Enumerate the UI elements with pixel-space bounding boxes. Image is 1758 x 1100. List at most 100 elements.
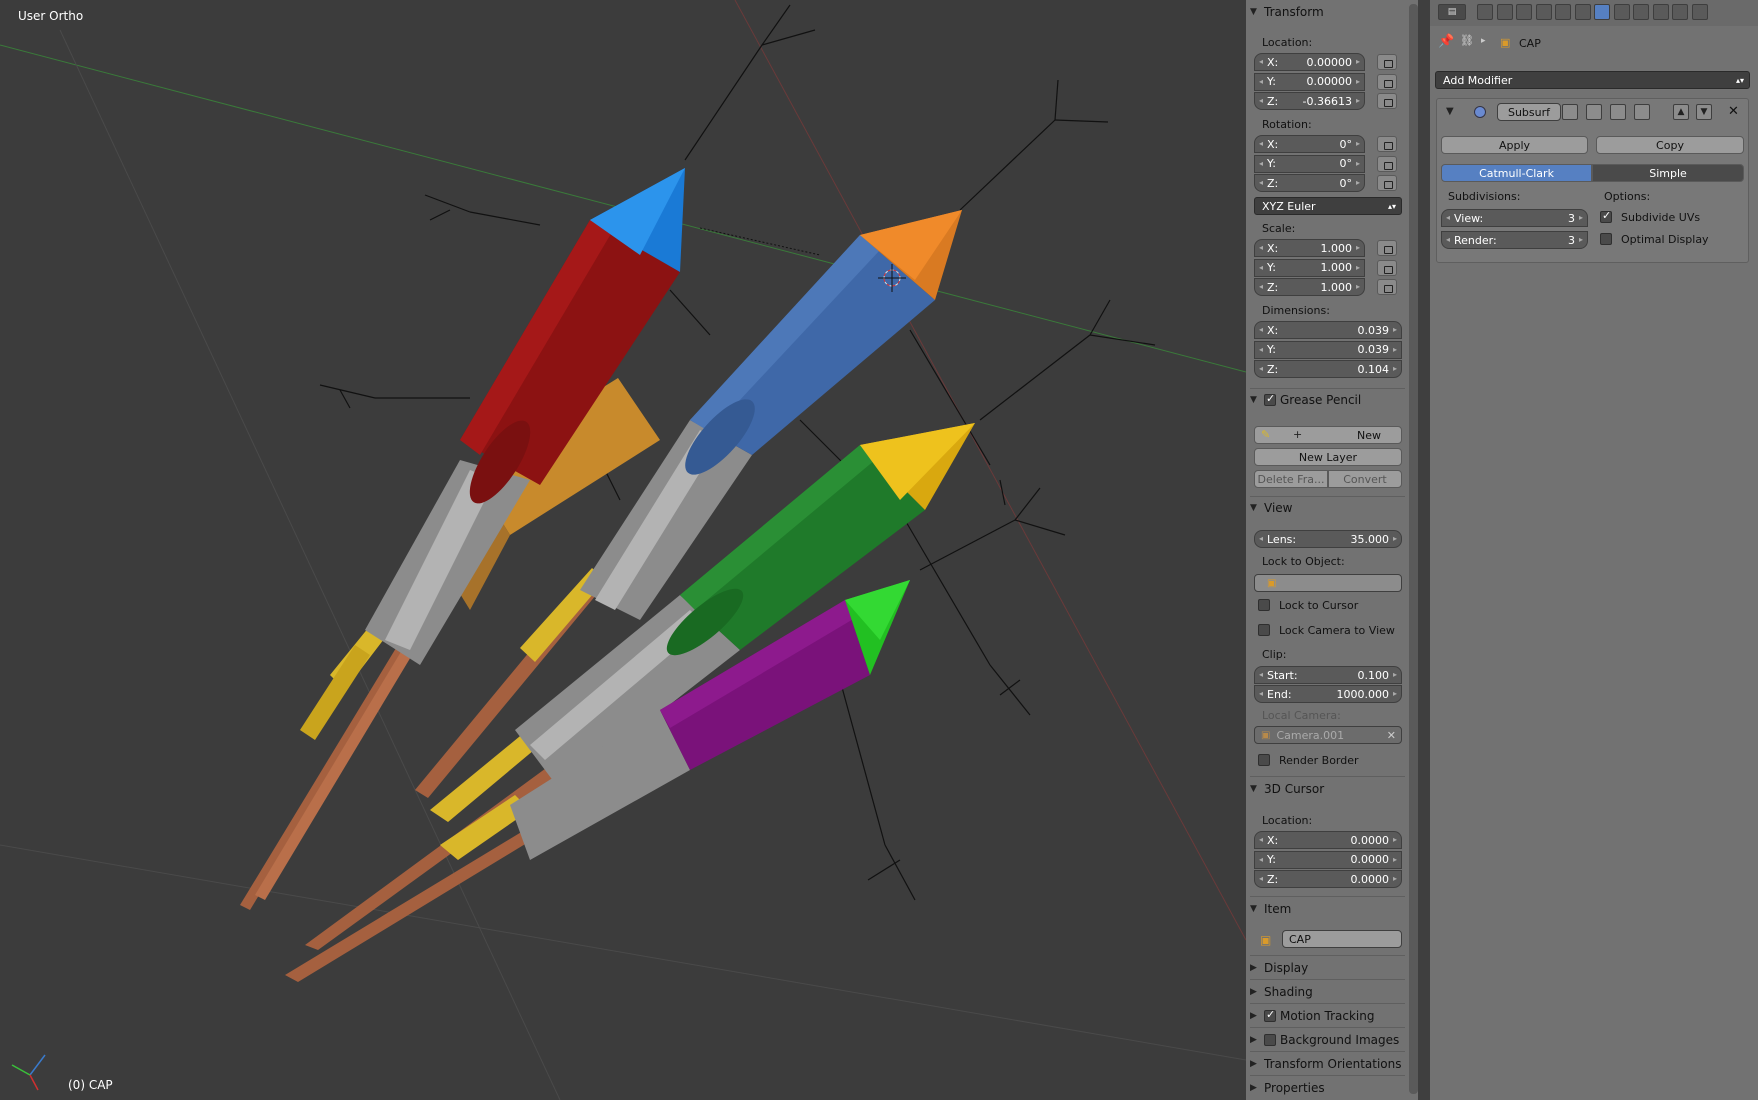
add-modifier-dropdown[interactable]: Add Modifier ▴▾: [1435, 71, 1750, 89]
clip-start-field[interactable]: ◂ Start: 0.100 ▸: [1254, 666, 1402, 684]
lens-field[interactable]: ◂ Lens: 35.000 ▸: [1254, 530, 1402, 548]
item-name-field[interactable]: CAP: [1282, 930, 1402, 948]
lock-icon[interactable]: [1377, 54, 1397, 70]
apply-button[interactable]: Apply: [1441, 136, 1588, 154]
scale-z-field[interactable]: ◂ Z: 1.000 ▸: [1254, 278, 1365, 296]
dimensions-y-field[interactable]: ◂ Y: 0.039 ▸: [1254, 340, 1402, 359]
subdivide-uvs-checkbox[interactable]: [1600, 209, 1612, 223]
cursor-location-y-field[interactable]: ◂ Y: 0.0000 ▸: [1254, 850, 1402, 869]
shelf-scrollbar[interactable]: [1409, 4, 1418, 1094]
convert-button[interactable]: Convert: [1328, 470, 1402, 488]
render-levels-field[interactable]: ◂ Render: 3 ▸: [1441, 231, 1588, 249]
location-x-field[interactable]: ◂ X: 0.00000 ▸: [1254, 53, 1365, 71]
render-toggle-icon[interactable]: [1562, 104, 1578, 120]
move-down-icon[interactable]: ▼: [1696, 104, 1712, 120]
scale-y-field[interactable]: ◂ Y: 1.000 ▸: [1254, 258, 1365, 277]
background-images-header[interactable]: ▶ Background Images: [1250, 1030, 1405, 1050]
location-y-field[interactable]: ◂ Y: 0.00000 ▸: [1254, 72, 1365, 91]
clear-x-icon[interactable]: ✕: [1387, 729, 1396, 742]
region-divider[interactable]: [1418, 0, 1430, 1100]
pin-icon[interactable]: 📌: [1438, 34, 1454, 49]
display-header[interactable]: ▶ Display: [1250, 958, 1405, 978]
lock-to-cursor-checkbox[interactable]: [1258, 599, 1270, 611]
divider: [1250, 1027, 1405, 1028]
delete-frame-button[interactable]: Delete Fra...: [1254, 470, 1328, 488]
cursor-header[interactable]: ▼ 3D Cursor: [1250, 779, 1405, 799]
data-tab-icon[interactable]: [1613, 4, 1630, 20]
lock-icon[interactable]: [1377, 136, 1397, 152]
lock-icon[interactable]: [1377, 240, 1397, 256]
shading-header[interactable]: ▶ Shading: [1250, 982, 1405, 1002]
simple-tab[interactable]: Simple: [1592, 164, 1744, 182]
render-layers-tab-icon[interactable]: [1496, 4, 1513, 20]
texture-tab-icon[interactable]: [1652, 4, 1669, 20]
world-tab-icon[interactable]: [1535, 4, 1552, 20]
transform-orientations-header[interactable]: ▶ Transform Orientations: [1250, 1054, 1405, 1074]
dimensions-z-field[interactable]: ◂ Z: 0.104 ▸: [1254, 360, 1402, 378]
subsurf-modifier-icon: [1474, 106, 1486, 118]
editor-type-icon[interactable]: ▤: [1438, 4, 1466, 20]
rotation-mode-select[interactable]: XYZ Euler ▴▾: [1254, 197, 1402, 215]
view-levels-field[interactable]: ◂ View: 3 ▸: [1441, 209, 1588, 227]
lock-icon[interactable]: [1377, 73, 1397, 90]
catmull-clark-tab[interactable]: Catmull-Clark: [1441, 164, 1592, 182]
lock-icon[interactable]: [1377, 175, 1397, 191]
increment-arrow-icon: ▸: [1355, 96, 1360, 105]
grease-pencil-header[interactable]: ▼Grease Pencil: [1250, 390, 1405, 410]
lock-object-field[interactable]: ▣: [1254, 574, 1402, 592]
motion-tracking-checkbox[interactable]: [1264, 1008, 1276, 1022]
lock-icon[interactable]: [1377, 279, 1397, 295]
cage-toggle-icon[interactable]: [1634, 104, 1650, 120]
lock-icon[interactable]: [1377, 93, 1397, 109]
material-tab-icon[interactable]: [1633, 4, 1649, 20]
collapse-triangle-icon[interactable]: ▼: [1446, 106, 1454, 117]
view-header[interactable]: ▼ View: [1250, 498, 1405, 518]
lock-camera-checkbox[interactable]: [1258, 624, 1270, 636]
modifiers-wrench-tab-icon[interactable]: [1594, 4, 1610, 20]
modifier-name-field[interactable]: Subsurf: [1497, 103, 1561, 121]
grease-pencil-checkbox[interactable]: [1264, 392, 1276, 406]
move-up-icon[interactable]: ▲: [1673, 104, 1689, 120]
optimal-display-checkbox[interactable]: [1600, 233, 1612, 245]
physics-tab-icon[interactable]: [1691, 4, 1708, 20]
lock-icon[interactable]: [1377, 259, 1397, 276]
decrement-arrow-icon: ◂: [1259, 262, 1264, 272]
particles-tab-icon[interactable]: [1672, 4, 1688, 20]
new-layer-button[interactable]: New Layer: [1254, 448, 1402, 466]
editmode-toggle-icon[interactable]: [1610, 104, 1626, 120]
location-z-field[interactable]: ◂ Z: -0.36613 ▸: [1254, 92, 1365, 110]
local-camera-field[interactable]: ▣ Camera.001 ✕: [1254, 726, 1402, 744]
render-tab-icon[interactable]: [1477, 4, 1493, 20]
3d-viewport[interactable]: User Ortho (0) CAP: [0, 0, 1246, 1100]
remove-modifier-close-icon[interactable]: ✕: [1728, 104, 1739, 119]
object-cube-icon: ▣: [1260, 933, 1272, 947]
cursor-location-z-field[interactable]: ◂ Z: 0.0000 ▸: [1254, 870, 1402, 888]
properties-header[interactable]: ▶ Properties: [1250, 1078, 1405, 1098]
rotation-z-field[interactable]: ◂ Z: 0° ▸: [1254, 174, 1365, 192]
copy-button[interactable]: Copy: [1596, 136, 1744, 154]
render-border-checkbox[interactable]: [1258, 754, 1270, 766]
cursor-location-x-field[interactable]: ◂ X: 0.0000 ▸: [1254, 831, 1402, 849]
divider: [1250, 388, 1405, 389]
motion-tracking-header[interactable]: ▶Motion Tracking: [1250, 1006, 1405, 1026]
grease-pencil-new-button[interactable]: ✎ + New: [1254, 426, 1402, 444]
clip-end-field[interactable]: ◂ End: 1000.000 ▸: [1254, 685, 1402, 703]
rotation-y-field[interactable]: ◂ Y: 0° ▸: [1254, 154, 1365, 173]
object-tab-icon[interactable]: [1555, 4, 1571, 20]
collapse-triangle-icon: ▼: [1250, 784, 1257, 794]
divider: [1250, 896, 1405, 897]
item-header[interactable]: ▼ Item: [1250, 899, 1405, 919]
background-images-checkbox[interactable]: [1264, 1034, 1276, 1046]
dimensions-x-field[interactable]: ◂ X: 0.039 ▸: [1254, 321, 1402, 339]
collapse-triangle-icon: ▼: [1250, 395, 1257, 405]
lock-icon[interactable]: [1377, 155, 1397, 172]
camera-object-icon: ▣: [1261, 729, 1271, 741]
rotation-x-field[interactable]: ◂ X: 0° ▸: [1254, 135, 1365, 153]
constraints-tab-icon[interactable]: [1574, 4, 1591, 20]
increment-arrow-icon: ▸: [1355, 139, 1360, 148]
viewport-eye-icon[interactable]: [1586, 104, 1602, 120]
scale-x-field[interactable]: ◂ X: 1.000 ▸: [1254, 239, 1365, 257]
collapse-triangle-icon: ▼: [1250, 904, 1257, 914]
transform-header[interactable]: ▼ Transform: [1250, 2, 1405, 22]
scene-tab-icon[interactable]: [1516, 4, 1532, 20]
